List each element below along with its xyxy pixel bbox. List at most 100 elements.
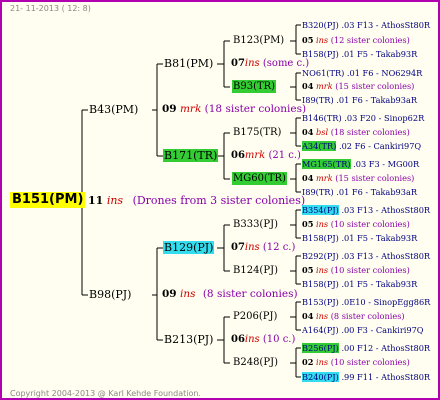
ancestor-gen3[interactable]: B124(PJ)	[232, 264, 279, 277]
ancestor-gen3[interactable]: B93(TR)	[232, 80, 277, 93]
gen3-mating: 04 mrk (15 sister colonies)	[301, 172, 415, 185]
ancestor-gen4[interactable]: B146(TR) .03 F20 - Sinop62R	[301, 112, 425, 125]
ancestor-info: .01 F6 - Takab93aR	[336, 95, 418, 105]
ancestor-gen4[interactable]: I89(TR) .01 F6 - Takab93aR	[301, 94, 418, 107]
mating-year: 07	[231, 242, 245, 253]
ancestor-gen4[interactable]: B153(PJ) .0E10 - SinopEgg86R	[301, 296, 431, 309]
ancestor-gen3[interactable]: B333(PJ)	[232, 218, 279, 231]
ancestor-gen3[interactable]: P206(PJ)	[232, 310, 278, 323]
ancestor-gen2[interactable]: B171(TR)	[163, 149, 219, 162]
ancestor-gen1[interactable]: B98(PJ)	[88, 288, 132, 301]
ancestor-label: NO61(TR)	[302, 68, 345, 78]
ancestor-label: A34(TR)	[302, 141, 337, 151]
ancestor-label: B158(PJ)	[302, 233, 339, 243]
ancestor-gen4[interactable]: B292(PJ) .03 F13 - AthosSt80R	[301, 250, 431, 263]
mating-sisters: (12 sister colonies)	[330, 35, 410, 45]
mating-year: 07	[231, 58, 245, 69]
ancestor-gen3[interactable]: B248(PJ)	[232, 356, 279, 369]
ancestor-gen4[interactable]: B320(PJ) .03 F13 - AthosSt80R	[301, 19, 431, 32]
gen3-mating: 05 ins (12 sister colonies)	[301, 34, 411, 47]
ancestor-info: .0E10 - SinopEgg86R	[341, 297, 431, 307]
mating-sisters: (18 sister colonies)	[204, 103, 307, 115]
ancestor-info: .99 F11 - AthosSt80R	[341, 372, 431, 382]
ancestor-gen4[interactable]: B158(PJ) .01 F5 - Takab93R	[301, 48, 418, 61]
ancestor-label: B292(PJ)	[302, 251, 339, 261]
ancestor-label: I89(TR)	[302, 187, 334, 197]
mating-year: 02	[302, 357, 314, 367]
mating-sisters: (8 sister colonies)	[330, 311, 405, 321]
ancestor-gen2[interactable]: B213(PJ)	[163, 333, 214, 346]
mating-mark: ins	[316, 357, 329, 367]
mating-year: 06	[231, 150, 245, 161]
ancestor-gen4[interactable]: B158(PJ) .01 F5 - Takab93R	[301, 232, 418, 245]
ancestor-label: B320(PJ)	[302, 20, 339, 30]
gen2-mating: 06ins (10 c.)	[231, 333, 295, 346]
ancestor-info: .01 F5 - Takab93R	[341, 49, 418, 59]
mating-mark: ins	[316, 265, 329, 275]
ancestor-gen4[interactable]: A164(PJ) .00 F3 - Cankiri97Q	[301, 324, 425, 337]
mating-year: 04	[302, 127, 314, 137]
gen3-mating: 02 ins (10 sister colonies)	[301, 356, 411, 369]
ancestor-info: .01 F6 - Takab93aR	[336, 187, 418, 197]
gen3-mating: 04 mrk (15 sister colonies)	[301, 80, 415, 93]
ancestor-gen1[interactable]: B43(PM)	[88, 103, 139, 116]
gen3-mating: 04 ins (8 sister colonies)	[301, 310, 406, 323]
mating-sisters: (10 sister colonies)	[330, 265, 410, 275]
gen3-mating: 05 ins (10 sister colonies)	[301, 218, 411, 231]
ancestor-gen4[interactable]: B256(PJ) .00 F12 - AthosSt80R	[301, 342, 431, 355]
ancestor-gen3[interactable]: B123(PM)	[232, 34, 285, 47]
mating-sisters: (15 sister colonies)	[335, 81, 415, 91]
mating-sisters: (8 sister colonies)	[202, 288, 298, 300]
ancestor-label: A164(PJ)	[302, 325, 339, 335]
mating-year: 04	[302, 173, 314, 183]
mating-mark: mrk	[316, 81, 333, 91]
root-queen[interactable]: B151(PM)	[10, 192, 86, 208]
ancestor-gen4[interactable]: B158(PJ) .01 F5 - Takab93R	[301, 278, 418, 291]
ancestor-info: .01 F5 - Takab93R	[341, 233, 418, 243]
mating-sisters: (Drones from 3 sister colonies)	[132, 194, 306, 207]
mating-mark: ins	[106, 194, 124, 207]
date-stamp: 21- 11-2013 ( 12: 8)	[10, 4, 91, 13]
ancestor-gen4[interactable]: B240(PJ) .99 F11 - AthosSt80R	[301, 371, 431, 384]
pedigree-frame: 21- 11-2013 ( 12: 8) B151(PM) 11 ins (Dr…	[0, 0, 440, 400]
mating-sisters: (10 c.)	[262, 334, 296, 345]
gen1-mating: 09 ins (8 sister colonies)	[162, 288, 298, 301]
ancestor-info: .02 F6 - Cankiri97Q	[338, 141, 422, 151]
ancestor-gen4[interactable]: A34(TR) .02 F6 - Cankiri97Q	[301, 140, 422, 153]
ancestor-info: .03 F13 - AthosSt80R	[341, 205, 431, 215]
mating-mark: ins	[179, 288, 196, 300]
ancestor-info: .03 F3 - MG00R	[353, 159, 420, 169]
mating-sisters: (15 sister colonies)	[335, 173, 415, 183]
ancestor-label: B153(PJ)	[302, 297, 339, 307]
ancestor-info: .03 F13 - AthosSt80R	[341, 251, 431, 261]
ancestor-info: .01 F6 - NO6294R	[346, 68, 423, 78]
ancestor-gen4[interactable]: B354(PJ) .03 F13 - AthosSt80R	[301, 204, 431, 217]
mating-mark: ins	[244, 58, 260, 69]
mating-mark: ins	[316, 219, 329, 229]
mating-sisters: (12 c.)	[262, 242, 296, 253]
ancestor-gen2[interactable]: B81(PM)	[163, 57, 214, 70]
ancestor-label: B240(PJ)	[302, 372, 339, 382]
ancestor-gen4[interactable]: I89(TR) .01 F6 - Takab93aR	[301, 186, 418, 199]
ancestor-label: B158(PJ)	[302, 279, 339, 289]
mating-sisters: (21 c.)	[268, 150, 301, 161]
ancestor-label: B158(PJ)	[302, 49, 339, 59]
mating-year: 05	[302, 35, 314, 45]
copyright-footer: Copyright 2004-2013 @ Karl Kehde Foundat…	[10, 389, 201, 398]
ancestor-gen3[interactable]: MG60(TR)	[232, 172, 287, 185]
root-mating: 11 ins (Drones from 3 sister colonies)	[88, 194, 305, 207]
mating-year: 04	[302, 311, 314, 321]
ancestor-gen4[interactable]: NO61(TR) .01 F6 - NO6294R	[301, 67, 423, 80]
mating-mark: mrk	[244, 150, 266, 161]
mating-sisters: (10 sister colonies)	[330, 219, 410, 229]
ancestor-gen2[interactable]: B129(PJ)	[163, 241, 215, 254]
mating-year: 09	[162, 103, 177, 115]
ancestor-gen4[interactable]: MG165(TR) .03 F3 - MG00R	[301, 158, 420, 171]
mating-year: 04	[302, 81, 314, 91]
gen2-mating: 07ins (some c.)	[231, 57, 309, 70]
ancestor-gen3[interactable]: B175(TR)	[232, 126, 282, 139]
ancestor-info: .03 F20 - Sinop62R	[344, 113, 425, 123]
ancestor-label: I89(TR)	[302, 95, 334, 105]
mating-year: 09	[162, 288, 177, 300]
ancestor-label: B354(PJ)	[302, 205, 339, 215]
